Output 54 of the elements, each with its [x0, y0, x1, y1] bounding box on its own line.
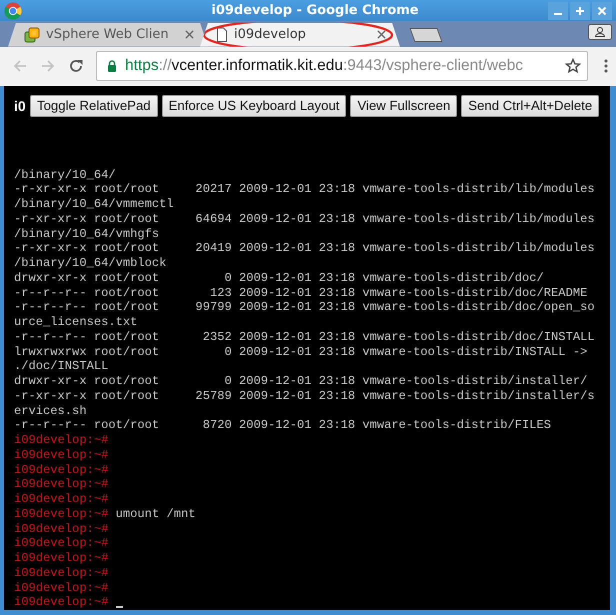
- chrome-logo-icon: [4, 2, 22, 20]
- window-title: i09develop - Google Chrome: [210, 3, 420, 18]
- page-icon: [216, 26, 228, 43]
- shell-prompt: i09develop:~#: [14, 506, 108, 522]
- shell-prompt: i09develop:~#: [14, 566, 108, 580]
- shell-prompt: i09develop:~#: [14, 595, 108, 610]
- bookmark-star-icon[interactable]: [565, 58, 581, 74]
- console-output-line: -r-xr-xr-x root/root 20217 2009-12-01 23:18 vmware-tools-distrib/lib/modules: [14, 182, 595, 197]
- shell-prompt: i09develop:~#: [14, 462, 108, 478]
- shell-prompt: i09develop:~#: [14, 492, 108, 507]
- minimize-icon: [554, 12, 562, 15]
- console-output-line: -r-xr-xr-x root/root 25789 2009-12-01 23:18 vmware-tools-distrib/installer/s: [14, 388, 595, 404]
- shell-prompt: i09develop:~#: [14, 580, 108, 596]
- shell-prompt: i09develop:~#: [14, 536, 108, 551]
- console-output-line: lrwxrwxrwx root/root 0 2009-12-01 23:18 vmware-tools-distrib/INSTALL ->: [14, 344, 588, 360]
- url-text: https://vcenter.informatik.kit.edu:9443/vsphere-client/webc: [125, 57, 524, 76]
- console-output-line: -r--r--r-- root/root 99799 2009-12-01 23:18 vmware-tools-distrib/doc/open_so: [14, 300, 595, 315]
- menu-icon[interactable]: [604, 58, 608, 74]
- console-output-line: ./doc/INSTALL: [14, 359, 108, 374]
- shell-prompt: i09develop:~#: [14, 477, 108, 492]
- console-output-line: -r--r--r-- root/root 8720 2009-12-01 23:18 vmware-tools-distrib/FILES: [14, 418, 552, 433]
- console-button[interactable]: View Fullscreen: [350, 94, 458, 116]
- console-output-line: /binary/10_64/vmblock: [14, 256, 166, 271]
- close-icon: [597, 6, 607, 16]
- console-output-line: drwxr-xr-x root/root 0 2009-12-01 23:18 vmware-tools-distrib/installer/: [14, 374, 588, 389]
- shell-command: umount /mnt: [116, 506, 196, 522]
- console-title: i0: [14, 98, 26, 114]
- close-tab-icon[interactable]: [377, 30, 386, 40]
- shell-prompt: i09develop:~#: [14, 448, 108, 462]
- browser-tab[interactable]: i09develop: [200, 22, 400, 47]
- console-output-line: /binary/10_64/vmhgfs: [14, 226, 160, 242]
- console-output-line: /binary/10_64/: [14, 168, 116, 182]
- vsphere-logo-icon: [24, 26, 40, 43]
- console-output-line: -r--r--r-- root/root 2352 2009-12-01 23:18 vmware-tools-distrib/doc/INSTALL: [14, 330, 595, 344]
- console-output-line: -r--r--r-- root/root 123 2009-12-01 23:18 vmware-tools-distrib/doc/README: [14, 286, 588, 300]
- profile-icon[interactable]: [588, 24, 612, 40]
- new-tab-button[interactable]: [409, 28, 443, 42]
- console-output-line: urce_licenses.txt: [14, 315, 138, 330]
- address-bar[interactable]: https://vcenter.informatik.kit.edu:9443/vsphere-client/webc: [96, 51, 588, 82]
- console-output-line: ervices.sh: [14, 404, 87, 418]
- console-button[interactable]: Enforce US Keyboard Layout: [162, 94, 346, 116]
- console-output-line: /binary/10_64/vmmemctl: [14, 197, 174, 212]
- console-output-line: drwxr-xr-x root/root 0 2009-12-01 23:18 vmware-tools-distrib/doc/: [14, 270, 544, 286]
- reload-icon[interactable]: [68, 58, 84, 74]
- console-button[interactable]: Send Ctrl+Alt+Delete: [461, 94, 600, 116]
- console-output-line: -r-xr-xr-x root/root 64694 2009-12-01 23:18 vmware-tools-distrib/lib/modules: [14, 212, 595, 226]
- minimize-button[interactable]: [548, 2, 568, 20]
- shell-prompt: i09develop:~#: [14, 522, 108, 536]
- plus-icon: [575, 6, 585, 16]
- console-output-line: -r-xr-xr-x root/root 20419 2009-12-01 23:18 vmware-tools-distrib/lib/modules: [14, 241, 595, 256]
- console-button[interactable]: Toggle RelativePad: [30, 94, 158, 116]
- shell-prompt: i09develop:~#: [14, 551, 108, 566]
- shell-prompt: i09develop:~#: [14, 433, 108, 448]
- close-tab-icon[interactable]: [185, 30, 194, 40]
